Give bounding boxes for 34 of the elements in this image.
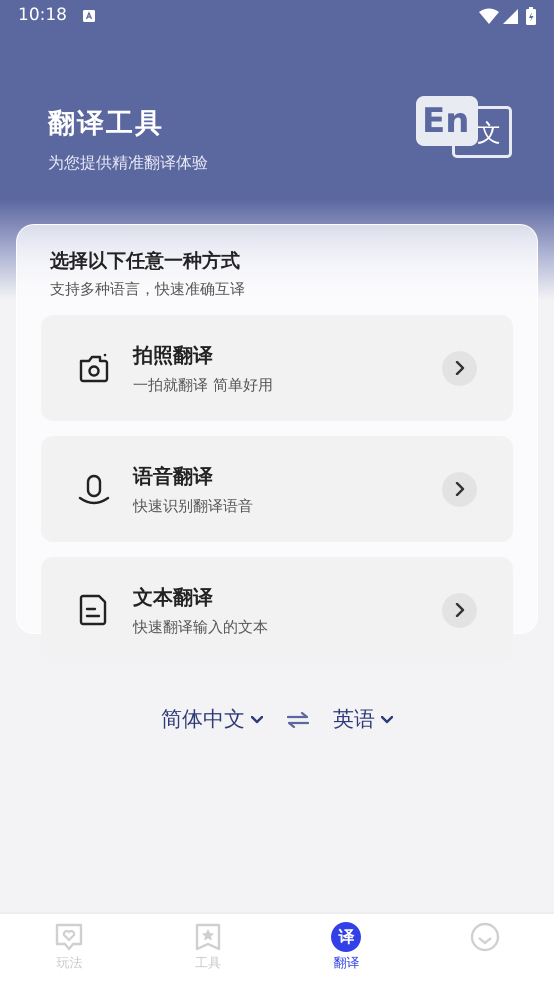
status-time: 10:18 [18,4,67,28]
source-language-button[interactable]: 简体中文 [161,704,263,736]
option-card[interactable]: 拍照翻译 一拍就翻译 简单好用 [41,315,513,421]
tab[interactable]: 译 翻译 [277,914,416,984]
notification-icon [83,10,95,22]
option-title: 拍照翻译 [133,342,214,369]
option-title: 语音翻译 [133,462,214,490]
camera-icon [77,351,111,385]
option-subtitle: 快速翻译输入的文本 [133,616,268,638]
caret-down-icon [251,716,263,724]
signal-icon [502,8,518,24]
option-title: 文本翻译 [133,584,214,611]
panel-title: 选择以下任意一种方式 [50,249,241,274]
panel-subtitle: 支持多种语言，快速准确互译 [50,278,246,300]
battery-icon [526,7,536,25]
chevron-right-icon [454,482,466,496]
app-subtitle: 为您提供精准翻译体验 [48,152,208,174]
microphone-icon [77,472,111,506]
logo-latin: En [416,96,478,146]
swap-icon [287,710,309,729]
target-language-button[interactable]: 英语 [333,704,393,736]
tab-badge: 译 [331,922,362,952]
option-subtitle: 快速识别翻译语音 [133,496,253,517]
chevron-button[interactable] [442,592,477,628]
chevron-button[interactable] [442,350,477,386]
chevron-right-icon [454,361,466,375]
chevron-right-icon [454,603,466,617]
option-card[interactable]: 语音翻译 快速识别翻译语音 [41,436,513,542]
wifi-icon [479,8,499,24]
heart-icon [54,922,84,952]
option-subtitle: 一拍就翻译 简单好用 [133,374,273,396]
app-title: 翻译工具 [48,107,165,141]
caret-down-icon [381,716,393,724]
chevron-button[interactable] [442,472,477,506]
